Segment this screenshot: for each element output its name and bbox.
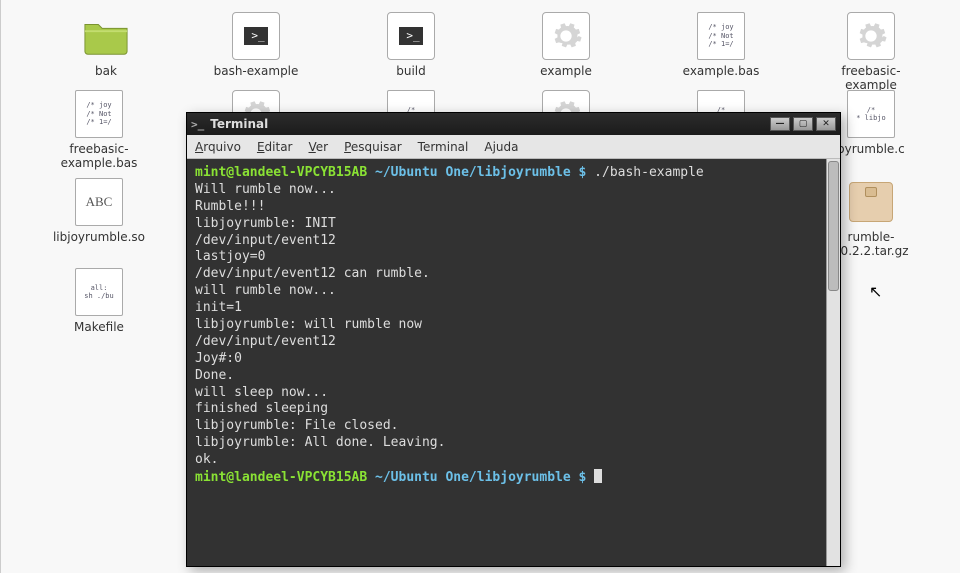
file-label: Makefile — [74, 320, 124, 334]
archive-icon — [847, 178, 895, 226]
binary-icon — [542, 12, 590, 60]
file-label: example.bas — [683, 64, 760, 78]
terminal-icon: >_ — [191, 118, 204, 131]
text-file-icon: /* joy /* Not /* 1=/ — [697, 12, 745, 60]
file-Makefile[interactable]: all: sh ./bu Makefile — [49, 268, 149, 334]
menu-edit[interactable]: Editar — [257, 140, 293, 154]
titlebar[interactable]: >_ Terminal — ▢ ✕ — [187, 113, 840, 135]
text-file-icon: all: sh ./bu — [75, 268, 123, 316]
menu-file[interactable]: Arquivo — [195, 140, 241, 154]
file-example[interactable]: example — [516, 12, 616, 78]
minimize-button[interactable]: — — [770, 117, 790, 131]
scrollbar-thumb[interactable] — [828, 161, 839, 291]
file-label: build — [396, 64, 426, 78]
script-icon: >_ — [232, 12, 280, 60]
file-label: freebasic-example.bas — [49, 142, 149, 171]
terminal-window[interactable]: >_ Terminal — ▢ ✕ Arquivo Editar Ver Pes… — [186, 112, 841, 567]
menubar[interactable]: Arquivo Editar Ver Pesquisar Terminal Aj… — [187, 135, 840, 159]
text-file-icon: /* * libjo — [847, 90, 895, 138]
maximize-button[interactable]: ▢ — [793, 117, 813, 131]
folder-icon — [82, 12, 130, 60]
menu-search[interactable]: Pesquisar — [344, 140, 402, 154]
file-example.bas[interactable]: /* joy /* Not /* 1=/ example.bas — [671, 12, 771, 78]
menu-terminal[interactable]: Terminal — [418, 140, 469, 154]
window-title: Terminal — [210, 117, 770, 131]
menu-help[interactable]: Ajuda — [484, 140, 518, 154]
text-file-icon: /* joy /* Not /* 1=/ — [75, 90, 123, 138]
file-label: bash-example — [214, 64, 299, 78]
scrollbar[interactable] — [826, 159, 840, 566]
file-freebasic-example.bas[interactable]: /* joy /* Not /* 1=/ freebasic-example.ba… — [49, 90, 149, 171]
file-label: libjoyrumble.so — [53, 230, 145, 244]
script-icon: >_ — [387, 12, 435, 60]
close-button[interactable]: ✕ — [816, 117, 836, 131]
lib-icon: ABC — [75, 178, 123, 226]
file-label: freebasic-example — [821, 64, 921, 93]
file-build[interactable]: >_build — [361, 12, 461, 78]
terminal-body[interactable]: mint@landeel-VPCYB15AB ~/Ubuntu One/libj… — [187, 159, 826, 566]
file-label: bak — [95, 64, 117, 78]
binary-icon — [847, 12, 895, 60]
file-bak[interactable]: bak — [56, 12, 156, 78]
menu-view[interactable]: Ver — [309, 140, 329, 154]
file-label: example — [540, 64, 592, 78]
file-libjoyrumble.so[interactable]: ABC libjoyrumble.so — [49, 178, 149, 244]
file-freebasic-example[interactable]: freebasic-example — [821, 12, 921, 93]
file-bash-example[interactable]: >_ bash-example — [206, 12, 306, 78]
file-label: oyrumble.c — [837, 142, 904, 156]
